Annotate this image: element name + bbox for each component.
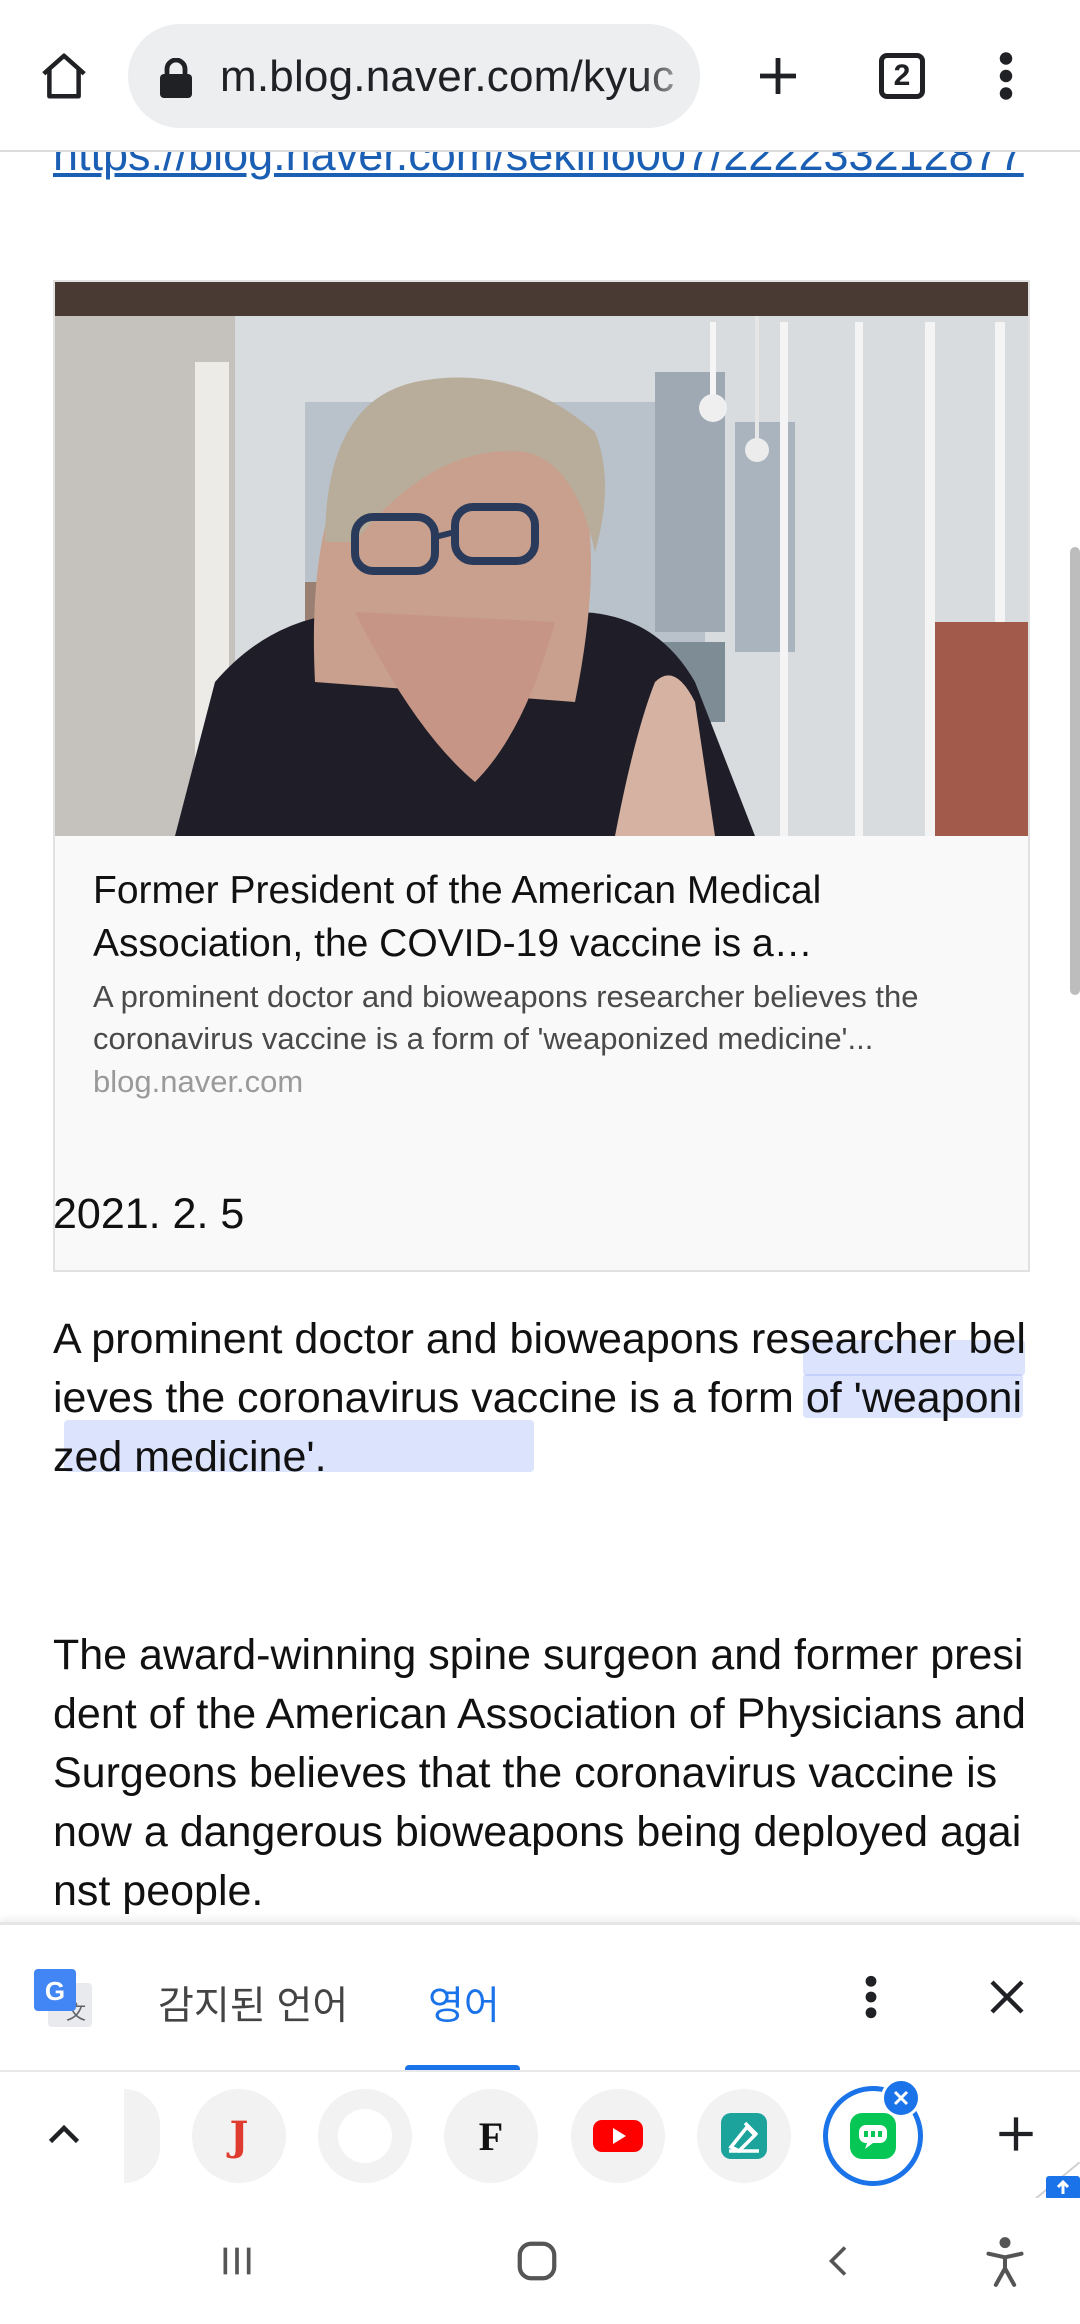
shortcut-green-app-icon[interactable] [697,2089,791,2183]
recents-icon [223,2247,251,2275]
post-date: 2021. 2. 5 [53,1190,245,1238]
close-icon [893,2090,909,2106]
blank-logo [338,2109,392,2163]
back-button[interactable] [804,2226,874,2296]
link-preview-card[interactable]: Former President of the American Medical… [53,280,1030,1272]
detected-language-tab[interactable]: 감지된 언어 [158,1975,348,2031]
j-logo-glyph: J [229,2112,249,2160]
home-icon [42,53,86,99]
chevron-up-icon [48,2124,80,2144]
more-vert-icon [865,1975,877,2019]
card-title: Former President of the American Medical… [93,869,822,965]
home-square-icon [517,2241,557,2281]
close-icon [990,1980,1024,2014]
accessibility-button[interactable] [970,2226,1040,2296]
translate-options-button[interactable] [850,1965,892,2029]
new-tab-button[interactable] [742,40,814,112]
chat-app-icon [850,2113,896,2159]
shortcut-f-icon[interactable]: F [444,2089,538,2183]
recents-button[interactable] [202,2226,272,2296]
shortcut-j-icon[interactable]: J [192,2089,286,2183]
address-bar[interactable]: m.blog.naver.com/kyuc [128,24,700,128]
plus-icon [760,58,796,94]
article-paragraph: A prominent doctor and bioweapons resear… [53,1315,1026,1481]
article-content: https://blog.naver.com/sekiho007/2222332… [0,152,1080,1922]
translate-close-button[interactable] [978,1965,1036,2029]
corner-upload-icon [1034,2162,1080,2200]
article-link[interactable]: https://blog.naver.com/sekiho007/2222332… [53,152,1043,186]
browser-toolbar: m.blog.naver.com/kyuc 2 [0,0,1080,152]
add-shortcut-button[interactable] [988,2106,1044,2162]
card-domain: blog.naver.com [93,1064,304,1099]
tab-count: 2 [893,59,911,92]
shortcut-blank-icon[interactable] [318,2089,412,2183]
svg-text:G: G [45,1976,65,2006]
tab-switcher-icon: 2 [879,53,925,99]
system-navigation-bar [0,2198,1080,2324]
home-button[interactable] [28,40,100,112]
home-nav-button[interactable] [502,2226,572,2296]
accessibility-icon [986,2237,1024,2287]
card-thumbnail [55,282,1028,836]
plus-icon [999,2117,1033,2151]
shortcut-partial-icon[interactable] [124,2089,160,2183]
youtube-icon [593,2120,643,2152]
back-icon [828,2246,847,2276]
lock-icon [160,58,192,98]
more-vert-icon [999,52,1013,100]
target-language-tab[interactable]: 영어 [428,1975,500,2031]
card-description: A prominent doctor and bioweapons resear… [93,979,919,1056]
translate-bar: 文 G 감지된 언어 영어 [0,1922,1080,2073]
f-logo-glyph: F [478,2113,504,2159]
url-fade [640,24,700,128]
google-translate-icon: 文 G [34,1969,92,2027]
url-text: m.blog.naver.com/kyuc [220,52,675,101]
browser-menu-button[interactable] [970,40,1042,112]
video-still-image [55,282,1028,836]
tab-switcher-button[interactable]: 2 [866,40,938,112]
expand-shortcuts-button[interactable] [36,2106,92,2162]
shortcut-youtube-icon[interactable] [571,2089,665,2183]
green-app-icon [721,2113,767,2159]
article-paragraph: The award-winning spine surgeon and form… [53,1631,1026,1915]
scrollbar-thumb[interactable] [1070,547,1080,995]
remove-shortcut-button[interactable] [881,2078,921,2118]
shortcut-bar: J F [0,2070,1080,2200]
